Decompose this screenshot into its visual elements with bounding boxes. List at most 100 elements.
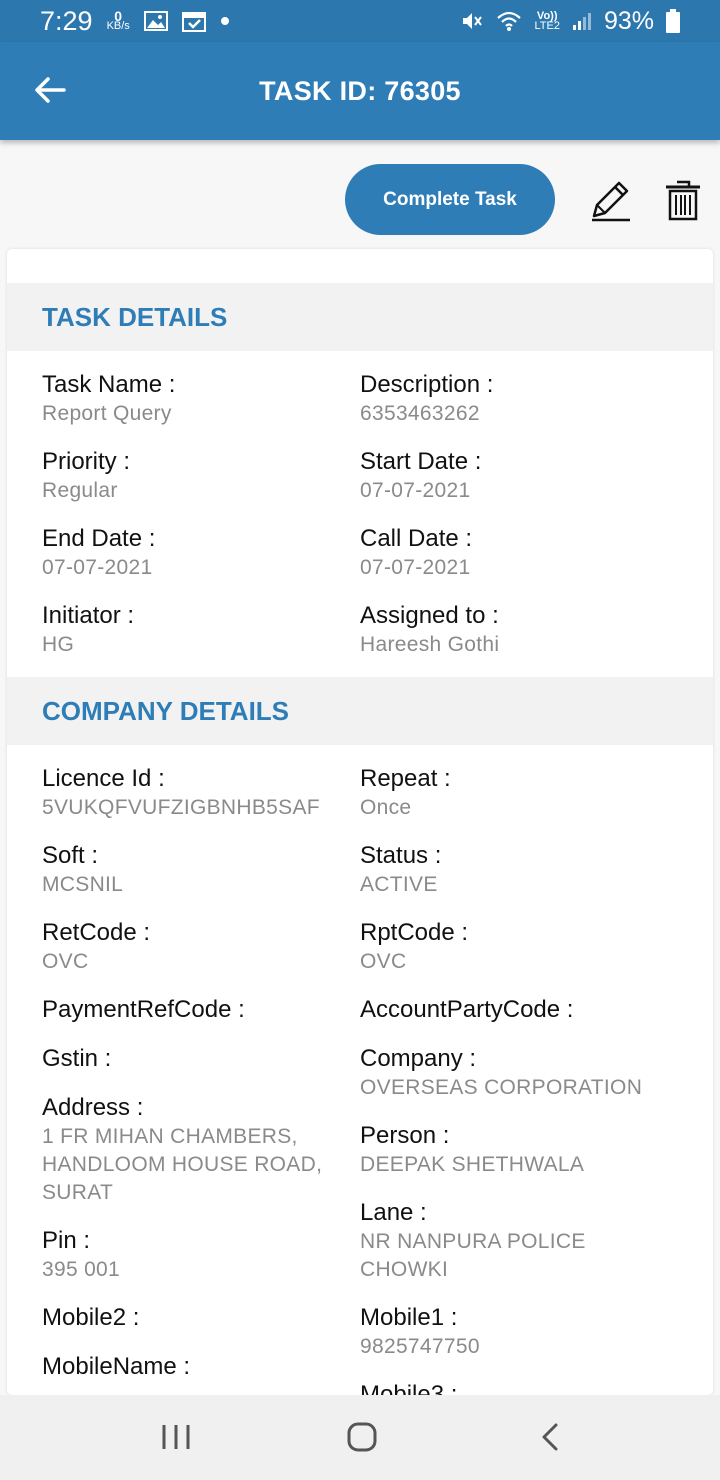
mute-icon — [460, 10, 484, 32]
initiator-value: HG — [42, 633, 75, 656]
end-date-field: End Date : 07-07-2021 — [42, 524, 362, 582]
status-value: ACTIVE — [360, 873, 438, 896]
recent-apps-icon — [162, 1425, 190, 1449]
page-title: TASK ID: 76305 — [259, 75, 461, 106]
priority-value: Regular — [42, 479, 118, 502]
calendar-icon — [181, 10, 206, 32]
company-field: Company : OVERSEAS CORPORATION — [360, 1044, 680, 1102]
pencil-icon — [592, 181, 630, 222]
soft-label: Soft : — [42, 842, 99, 869]
person-field: Person : DEEPAK SHETHWALA — [360, 1121, 680, 1179]
pin-label: Pin : — [42, 1227, 91, 1254]
details-card: TASK DETAILS Task Name : Report Query De… — [7, 249, 713, 1395]
battery-icon — [666, 9, 680, 33]
home-icon — [347, 1422, 377, 1452]
start-date-field: Start Date : 07-07-2021 — [360, 447, 680, 505]
assigned-to-value: Hareesh Gothi — [360, 633, 500, 656]
mobile1-label: Mobile1 : — [360, 1304, 458, 1331]
start-date-label: Start Date : — [360, 448, 482, 475]
address-field: Address : 1 FR MIHAN CHAMBERS, HANDLOOM … — [42, 1093, 362, 1207]
net-speed-unit: KB/s — [106, 20, 130, 32]
edit-button[interactable] — [588, 178, 632, 222]
mobile2-field: Mobile2 : — [42, 1303, 362, 1333]
gstin-field: Gstin : — [42, 1044, 362, 1074]
repeat-value: Once — [360, 796, 412, 819]
ret-code-value: OVC — [42, 950, 89, 973]
ret-code-label: RetCode : — [42, 919, 151, 946]
arrow-left-icon — [35, 77, 66, 103]
address-line-3: SURAT — [42, 1181, 114, 1204]
description-field: Description : 6353463262 — [360, 370, 680, 428]
lane-line-1: NR NANPURA POLICE — [360, 1230, 586, 1253]
task-name-label: Task Name : — [42, 371, 176, 398]
priority-field: Priority : Regular — [42, 447, 362, 505]
pin-value: 395 001 — [42, 1258, 121, 1281]
assigned-to-field: Assigned to : Hareesh Gothi — [360, 601, 680, 659]
assigned-to-label: Assigned to : — [360, 602, 499, 629]
lane-label: Lane : — [360, 1199, 427, 1226]
soft-value: MCSNIL — [42, 873, 124, 896]
description-label: Description : — [360, 371, 494, 398]
rpt-code-label: RptCode : — [360, 919, 469, 946]
status-bar: 7:29 0 KB/s Vo)) LTE2 93% — [0, 0, 720, 42]
call-date-field: Call Date : 07-07-2021 — [360, 524, 680, 582]
system-nav-bar — [0, 1395, 720, 1480]
nav-back-button[interactable] — [530, 1417, 570, 1457]
company-details-header: COMPANY DETAILS — [7, 677, 713, 745]
wifi-icon — [496, 10, 522, 32]
soft-field: Soft : MCSNIL — [42, 841, 362, 899]
priority-label: Priority : — [42, 448, 131, 475]
company-value: OVERSEAS CORPORATION — [360, 1076, 643, 1099]
status-label: Status : — [360, 842, 442, 869]
person-label: Person : — [360, 1122, 450, 1149]
account-party-code-field: AccountPartyCode : — [360, 995, 680, 1025]
initiator-field: Initiator : HG — [42, 601, 362, 659]
ret-code-field: RetCode : OVC — [42, 918, 362, 976]
mobile1-field: Mobile1 : 9825747750 — [360, 1303, 680, 1361]
status-field: Status : ACTIVE — [360, 841, 680, 899]
network-type: Vo)) LTE2 — [534, 11, 560, 32]
delete-button[interactable] — [664, 178, 702, 222]
network-sub: LTE2 — [534, 20, 560, 32]
task-name-value: Report Query — [42, 402, 172, 425]
pin-field: Pin : 395 001 — [42, 1226, 362, 1284]
payment-ref-code-label: PaymentRefCode : — [42, 996, 245, 1023]
rpt-code-value: OVC — [360, 950, 407, 973]
dot-icon — [220, 16, 230, 26]
complete-task-button[interactable]: Complete Task — [345, 164, 555, 235]
mobile-name-label: MobileName : — [42, 1353, 191, 1380]
initiator-label: Initiator : — [42, 602, 135, 629]
image-icon — [143, 11, 168, 31]
licence-id-field: Licence Id : 5VUKQFVUFZIGBNHB5SAF — [42, 764, 362, 822]
repeat-label: Repeat : — [360, 765, 451, 792]
mobile1-value: 9825747750 — [360, 1335, 480, 1358]
status-time: 7:29 — [40, 5, 93, 36]
call-date-label: Call Date : — [360, 525, 473, 552]
back-icon — [542, 1423, 558, 1451]
lane-field: Lane : NR NANPURA POLICE CHOWKI — [360, 1198, 680, 1284]
status-right: Vo)) LTE2 93% — [460, 7, 680, 36]
address-line-1: 1 FR MIHAN CHAMBERS, — [42, 1125, 298, 1148]
gstin-label: Gstin : — [42, 1045, 112, 1072]
mobile3-field: Mobile3 : — [360, 1380, 680, 1395]
mobile3-label: Mobile3 : — [360, 1381, 458, 1395]
description-value: 6353463262 — [360, 402, 480, 425]
licence-id-label: Licence Id : — [42, 765, 165, 792]
lane-line-2: CHOWKI — [360, 1258, 449, 1281]
mobile-name-field: MobileName : — [42, 1352, 362, 1382]
action-row: Complete Task — [0, 160, 720, 240]
task-details-header: TASK DETAILS — [7, 283, 713, 351]
back-button[interactable] — [32, 72, 68, 108]
end-date-value: 07-07-2021 — [42, 556, 153, 579]
start-date-value: 07-07-2021 — [360, 479, 471, 502]
net-speed: 0 KB/s — [106, 9, 130, 32]
address-label: Address : — [42, 1094, 144, 1121]
app-bar: TASK ID: 76305 — [0, 42, 720, 140]
battery-level: 93% — [603, 6, 654, 35]
rpt-code-field: RptCode : OVC — [360, 918, 680, 976]
status-left: 7:29 0 KB/s — [40, 6, 230, 37]
task-name-field: Task Name : Report Query — [42, 370, 362, 428]
home-button[interactable] — [342, 1417, 382, 1457]
recent-apps-button[interactable] — [156, 1417, 196, 1457]
call-date-value: 07-07-2021 — [360, 556, 471, 579]
